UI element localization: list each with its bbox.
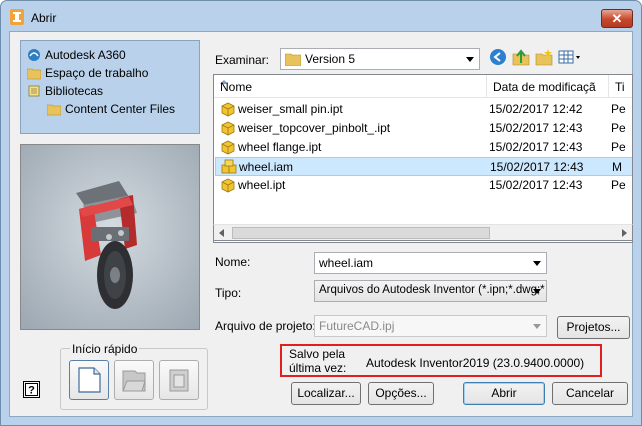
examinar-dropdown[interactable]: Version 5 — [280, 48, 480, 70]
scrollbar-thumb[interactable] — [232, 227, 490, 239]
open-document-icon — [122, 370, 146, 392]
open-file-button[interactable] — [114, 360, 154, 400]
new-folder-icon[interactable] — [535, 48, 553, 66]
localizar-button[interactable]: Localizar... — [291, 382, 361, 405]
assembly-file-icon — [221, 159, 237, 174]
place-label: Espaço de trabalho — [45, 66, 149, 80]
svg-text:?: ? — [28, 385, 35, 397]
place-label: Content Center Files — [65, 102, 176, 116]
chevron-down-icon — [533, 324, 541, 329]
part-file-icon — [221, 140, 235, 155]
wheel-preview-image — [21, 145, 199, 329]
tipo-dropdown[interactable]: Arquivos do Autodesk Inventor (*.ipn;*.d… — [314, 280, 547, 302]
new-document-icon — [78, 367, 101, 393]
part-file-icon — [221, 102, 235, 117]
file-row[interactable]: wheel flange.ipt 15/02/2017 12:43 Pe — [215, 138, 632, 157]
column-header-date[interactable]: Data de modificaçã — [487, 75, 609, 98]
file-row[interactable]: wheel.ipt 15/02/2017 12:43 Pe — [215, 176, 632, 195]
part-file-icon — [221, 121, 235, 136]
file-row-selected[interactable]: wheel.iam 15/02/2017 12:43 M — [215, 157, 632, 176]
saved-by-value: Autodesk Inventor2019 (23.0.9400.0000) — [366, 356, 585, 370]
chevron-down-icon — [533, 289, 541, 294]
chevron-down-icon — [466, 57, 474, 62]
nome-input[interactable]: wheel.iam — [314, 252, 547, 274]
opcoes-button[interactable]: Opções... — [368, 382, 434, 405]
help-icon[interactable]: ? — [23, 381, 40, 398]
new-file-button[interactable] — [69, 360, 109, 400]
title-bar[interactable]: Abrir ✕ — [1, 1, 641, 31]
open-dialog: Abrir ✕ Autodesk A360 Espaço de trabalho — [0, 0, 642, 426]
file-list[interactable]: Nome Data de modificaçã Ti weiser_small … — [213, 74, 633, 243]
folder-icon — [285, 53, 301, 66]
examinar-value: Version 5 — [305, 52, 356, 66]
nome-label: Nome: — [215, 255, 251, 269]
projeto-label: Arquivo de projeto: — [215, 319, 316, 333]
abrir-button[interactable]: Abrir — [463, 382, 545, 405]
inventor-app-icon — [10, 9, 24, 25]
view-menu-icon[interactable] — [558, 48, 584, 66]
projeto-dropdown: FutureCAD.ipj — [314, 315, 547, 337]
column-header-type[interactable]: Ti — [609, 75, 632, 98]
scroll-right-icon[interactable] — [622, 229, 627, 237]
folder-icon — [47, 104, 61, 116]
projetos-button[interactable]: Projetos... — [557, 316, 630, 339]
examinar-label: Examinar: — [215, 53, 270, 67]
horizontal-scrollbar[interactable] — [213, 224, 633, 241]
close-button[interactable]: ✕ — [601, 9, 633, 28]
saved-by-info: Salvo pela última vez: Autodesk Inventor… — [280, 344, 602, 377]
a360-icon — [28, 49, 40, 61]
up-folder-icon[interactable] — [512, 48, 530, 66]
part-file-icon — [221, 178, 235, 193]
cancelar-button[interactable]: Cancelar — [552, 382, 628, 405]
file-row[interactable]: weiser_topcover_pinbolt_.ipt 15/02/2017 … — [215, 119, 632, 138]
tipo-label: Tipo: — [215, 286, 242, 300]
chevron-down-icon[interactable] — [533, 261, 541, 266]
file-row[interactable]: weiser_small pin.ipt 15/02/2017 12:42 Pe — [215, 100, 632, 119]
folder-icon — [27, 68, 41, 80]
quick-start-label: Início rápido — [70, 342, 140, 356]
place-label: Autodesk A360 — [45, 48, 126, 62]
window-title: Abrir — [31, 11, 57, 25]
places-panel: Autodesk A360 Espaço de trabalho Bibliot… — [20, 40, 200, 134]
back-icon[interactable] — [489, 48, 507, 66]
file-preview — [20, 144, 200, 330]
place-label: Bibliotecas — [45, 84, 104, 98]
project-icon — [169, 369, 189, 392]
column-header-name[interactable]: Nome — [214, 75, 487, 98]
projects-shortcut-button[interactable] — [159, 360, 199, 400]
library-icon — [28, 85, 40, 97]
scroll-left-icon[interactable] — [219, 229, 224, 237]
dialog-body: Autodesk A360 Espaço de trabalho Bibliot… — [9, 31, 633, 417]
